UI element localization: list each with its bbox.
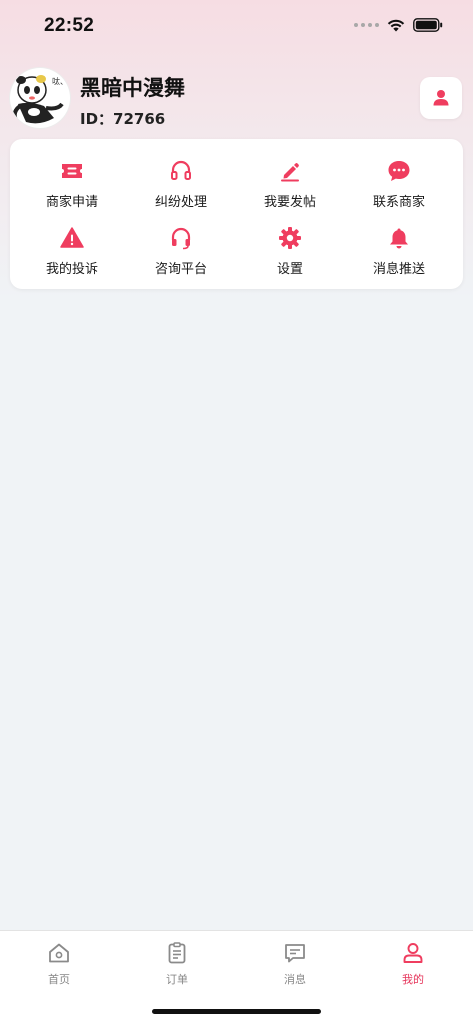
chat-bubble-icon (388, 161, 410, 181)
menu-item-complaints[interactable]: 我的投诉 (22, 226, 122, 286)
status-bar: 22:52 (0, 0, 473, 54)
user-id: ID：72766 (80, 108, 165, 129)
menu-item-merchant-apply[interactable]: 商家申请 (22, 159, 122, 219)
menu-item-label: 纠纷处理 (154, 195, 207, 210)
user-id-value: 72766 (113, 110, 166, 128)
tab-label: 订单 (166, 973, 188, 986)
tab-messages[interactable]: 消息 (236, 939, 354, 989)
menu-item-dispute[interactable]: 纠纷处理 (131, 159, 231, 219)
ticket-icon (62, 164, 82, 178)
avatar-caption: 呔、 (52, 77, 68, 86)
menu-item-label: 消息推送 (372, 262, 425, 277)
tab-mine[interactable]: 我的 (354, 939, 472, 989)
tab-label: 消息 (284, 973, 306, 986)
home-indicator (152, 1009, 321, 1014)
menu-item-label: 我的投诉 (45, 262, 98, 277)
tab-label: 首页 (48, 973, 70, 986)
menu-item-contact-merchant[interactable]: 联系商家 (349, 159, 449, 219)
bell-icon (390, 228, 408, 249)
warning-icon (60, 227, 84, 248)
status-icons (354, 18, 443, 32)
user-name: 黑暗中漫舞 (80, 76, 185, 100)
menu-item-settings[interactable]: 设置 (240, 226, 340, 286)
clipboard-icon (168, 942, 186, 964)
battery-icon (413, 18, 443, 32)
wifi-icon (387, 19, 405, 32)
tab-orders[interactable]: 订单 (118, 939, 236, 989)
menu-item-label: 设置 (276, 262, 303, 277)
profile-button[interactable] (420, 77, 462, 119)
tab-label: 我的 (402, 973, 424, 986)
avatar[interactable]: 呔、 (10, 68, 70, 128)
headset-icon (171, 227, 191, 250)
menu-item-post[interactable]: 我要发帖 (240, 159, 340, 219)
menu-item-label: 商家申请 (45, 195, 98, 210)
tab-home[interactable]: 首页 (0, 939, 118, 989)
function-menu: 商家申请 纠纷处理 我要发帖 联系商家 我的投诉 咨询平台 设置 消息推送 (10, 139, 463, 289)
pen-icon (281, 163, 299, 182)
home-icon (49, 943, 69, 963)
user-id-label: ID： (80, 110, 114, 128)
profile-section: 呔、 黑暗中漫舞 ID：72766 (10, 68, 463, 132)
status-time: 22:52 (44, 15, 95, 36)
user-icon (403, 943, 423, 963)
menu-item-label: 咨询平台 (154, 262, 207, 277)
message-icon (285, 944, 305, 963)
headset-icon (171, 160, 191, 180)
menu-item-label: 联系商家 (372, 195, 425, 210)
gear-icon (279, 227, 301, 249)
signal-icon (354, 23, 379, 27)
person-icon (433, 90, 449, 106)
menu-item-notifications[interactable]: 消息推送 (349, 226, 449, 286)
menu-item-label: 我要发帖 (263, 195, 316, 210)
menu-item-consult[interactable]: 咨询平台 (131, 226, 231, 286)
